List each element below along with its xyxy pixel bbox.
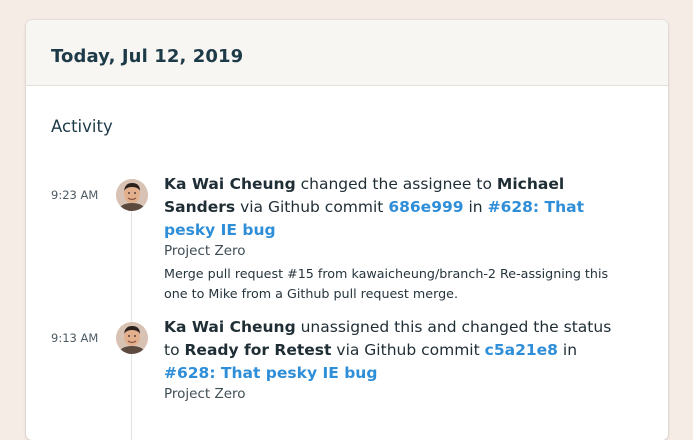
activity-time: 9:23 AM: [51, 188, 99, 202]
actor-name[interactable]: Ka Wai Cheung: [164, 175, 296, 193]
activity-heading: Activity: [51, 117, 113, 136]
user-avatar-icon[interactable]: [116, 179, 148, 211]
project-name: Project Zero: [164, 243, 246, 259]
actor-name[interactable]: Ka Wai Cheung: [164, 318, 296, 336]
commit-link[interactable]: 686e999: [388, 198, 463, 216]
activity-time: 9:13 AM: [51, 331, 99, 345]
action-text: changed the assignee to: [300, 175, 492, 193]
activity-content: Ka Wai Cheung unassigned this and change…: [164, 316, 629, 403]
date-title: Today, Jul 12, 2019: [51, 46, 244, 67]
commit-link[interactable]: c5a21e8: [485, 341, 558, 359]
via-text: via Github commit: [336, 341, 480, 359]
commit-message: Merge pull request #15 from kawaicheung/…: [164, 266, 609, 301]
via-text: via Github commit: [240, 198, 384, 216]
in-text: in: [468, 198, 483, 216]
activity-card: Today, Jul 12, 2019 Activity 9:23 AM Ka …: [26, 20, 668, 440]
activity-summary: Ka Wai Cheung changed the assignee to Mi…: [164, 173, 629, 242]
activity-summary: Ka Wai Cheung unassigned this and change…: [164, 316, 629, 385]
user-avatar-icon[interactable]: [116, 322, 148, 354]
in-text: in: [562, 341, 578, 359]
project-name: Project Zero: [164, 386, 246, 402]
card-header: Today, Jul 12, 2019: [26, 20, 668, 86]
activity-content: Ka Wai Cheung changed the assignee to Mi…: [164, 173, 629, 304]
issue-link[interactable]: #628: That pesky IE bug: [164, 364, 377, 382]
target-value: Ready for Retest: [184, 341, 332, 359]
